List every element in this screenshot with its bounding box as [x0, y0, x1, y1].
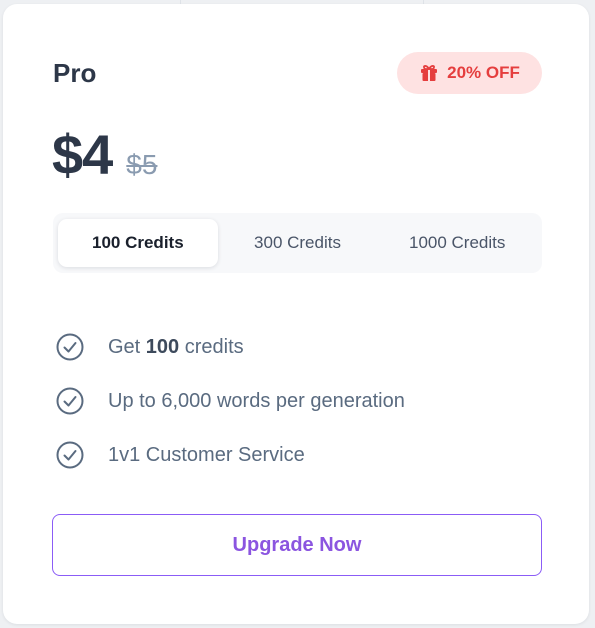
- feature-item: Get 100 credits: [55, 320, 405, 374]
- tab-300-credits[interactable]: 300 Credits: [218, 219, 378, 267]
- feature-list: Get 100 credits Up to 6,000 words per ge…: [55, 320, 405, 482]
- check-circle-icon: [56, 387, 84, 415]
- feature-text: Get 100 credits: [108, 335, 244, 358]
- credit-tabs: 100 Credits 300 Credits 1000 Credits: [53, 213, 542, 273]
- feature-item: 1v1 Customer Service: [55, 428, 405, 482]
- current-price: $4: [52, 123, 113, 186]
- check-circle-icon: [56, 333, 84, 361]
- original-price: $5: [126, 149, 158, 180]
- feature-item: Up to 6,000 words per generation: [55, 374, 405, 428]
- price-row: $4 $5: [52, 122, 157, 187]
- discount-badge: 20% OFF: [397, 52, 542, 94]
- tab-100-credits[interactable]: 100 Credits: [58, 219, 218, 267]
- feature-text: 1v1 Customer Service: [108, 443, 305, 466]
- upgrade-now-button[interactable]: Upgrade Now: [52, 514, 542, 576]
- pricing-card: Pro 20% OFF $4 $5 100 Credits 300 Credit…: [3, 4, 589, 624]
- check-circle-icon: [56, 441, 84, 469]
- plan-name: Pro: [53, 58, 97, 88]
- tab-1000-credits[interactable]: 1000 Credits: [377, 219, 537, 267]
- discount-label: 20% OFF: [447, 63, 520, 82]
- gift-icon: [421, 65, 438, 81]
- feature-text: Up to 6,000 words per generation: [108, 389, 405, 412]
